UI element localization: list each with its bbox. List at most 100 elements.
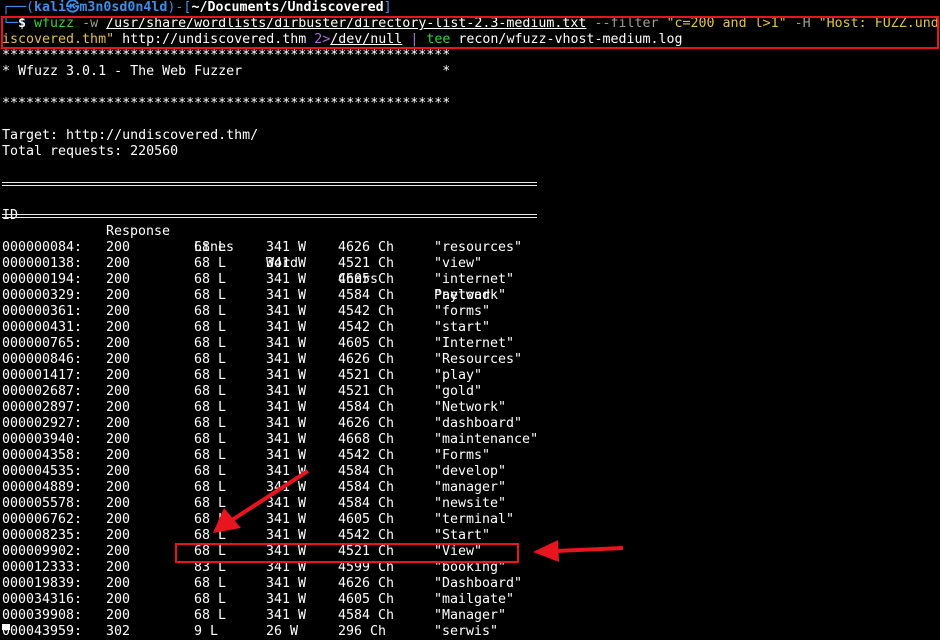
- cell-lines: 68 L: [194, 528, 227, 543]
- cmd-header-part1: "Host: FUZZ.und: [818, 16, 938, 31]
- cell-chars: 4626 Ch: [338, 416, 395, 431]
- cell-chars: 4584 Ch: [338, 480, 395, 495]
- cell-id: 000000361:: [2, 304, 83, 319]
- cell-chars: 4605 Ch: [338, 336, 395, 351]
- banner-title: * Wfuzz 3.0.1 - The Web Fuzzer *: [2, 64, 451, 79]
- table-row: 000000194: 200 68 L 341 W 4605 Ch "internet": [2, 272, 938, 288]
- cell-lines: 68 L: [194, 304, 227, 319]
- table-row: 000004358: 200 68 L 341 W 4542 Ch "Forms": [2, 448, 938, 464]
- cell-payload: "Dashboard": [434, 576, 523, 591]
- total-requests: Total requests: 220560: [2, 144, 179, 159]
- cell-lines: 9 L: [194, 624, 219, 639]
- cell-id: 000000084:: [2, 240, 83, 255]
- table-row: 000004535: 200 68 L 341 W 4584 Ch "develop": [2, 464, 938, 480]
- cell-word: 341 W: [266, 368, 307, 383]
- cell-chars: 4542 Ch: [338, 320, 395, 335]
- cell-id: 000000765:: [2, 336, 83, 351]
- cell-word: 26 W: [266, 624, 299, 639]
- cell-lines: 68 L: [194, 288, 227, 303]
- cell-payload: "Start": [434, 528, 491, 543]
- cell-id: 000000846:: [2, 352, 83, 367]
- cell-lines: 68 L: [194, 336, 227, 351]
- cmd-flag-w: -w: [82, 16, 99, 31]
- cmd-filter-value: "c=200 and l>1": [666, 16, 787, 31]
- cell-id: 000000329:: [2, 288, 83, 303]
- cell-word: 341 W: [266, 480, 307, 495]
- cell-payload: "maintenance": [434, 432, 539, 447]
- cell-lines: 68 L: [194, 272, 227, 287]
- table-row: 000001417: 200 68 L 341 W 4521 Ch "play": [2, 368, 938, 384]
- cell-chars: 4521 Ch: [338, 256, 395, 271]
- cell-id: 000006762:: [2, 512, 83, 527]
- cell-id: 000000138:: [2, 256, 83, 271]
- cell-word: 341 W: [266, 288, 307, 303]
- prompt-close: ]: [383, 0, 392, 15]
- cell-word: 341 W: [266, 432, 307, 447]
- cmd-logfile: recon/wfuzz-vhost-medium.log: [458, 32, 683, 47]
- table-row: 000000431: 200 68 L 341 W 4542 Ch "start": [2, 320, 938, 336]
- cell-chars: 4599 Ch: [338, 560, 395, 575]
- cell-lines: 68 L: [194, 384, 227, 399]
- table-row: 000000846: 200 68 L 341 W 4626 Ch "Resources": [2, 352, 938, 368]
- cell-payload: "gold": [434, 384, 483, 399]
- cell-payload: "view": [434, 256, 483, 271]
- cell-response: 200: [106, 416, 131, 431]
- prompt-corner: ┌──(: [2, 0, 35, 15]
- cell-id: 000000194:: [2, 272, 83, 287]
- banner-stars-bottom: ****************************************…: [2, 96, 451, 111]
- cell-id: 000002687:: [2, 384, 83, 399]
- table-row: 000012333: 200 83 L 341 W 4599 Ch "booking": [2, 560, 938, 576]
- cell-lines: 68 L: [194, 464, 227, 479]
- cell-id: 000019839:: [2, 576, 83, 591]
- cell-word: 341 W: [266, 512, 307, 527]
- cell-response: 200: [106, 592, 131, 607]
- cell-response: 200: [106, 608, 131, 623]
- cell-id: 000004889:: [2, 480, 83, 495]
- cell-word: 341 W: [266, 304, 307, 319]
- cell-payload: "start": [434, 320, 491, 335]
- cell-payload: "play": [434, 368, 483, 383]
- target-info: Target: http://undiscovered.thm/: [2, 128, 259, 143]
- cell-lines: 68 L: [194, 608, 227, 623]
- cell-chars: 4605 Ch: [338, 592, 395, 607]
- cell-response: 200: [106, 336, 131, 351]
- cell-lines: 83 L: [194, 560, 227, 575]
- cell-response: 200: [106, 288, 131, 303]
- cell-lines: 68 L: [194, 432, 227, 447]
- cmd-pipe: |: [410, 32, 419, 47]
- cell-payload: "booking": [434, 560, 507, 575]
- cell-id: 000012333:: [2, 560, 83, 575]
- cell-payload: "Network": [434, 400, 507, 415]
- cell-payload: "Manager": [434, 608, 507, 623]
- cell-id: 000002927:: [2, 416, 83, 431]
- cell-lines: 68 L: [194, 400, 227, 415]
- command-line[interactable]: └─$ wfuzz -w /usr/share/wordlists/dirbus…: [2, 16, 938, 32]
- cell-response: 200: [106, 432, 131, 447]
- cell-id: 000005578:: [2, 496, 83, 511]
- prompt-corner-bottom: └─: [2, 16, 19, 31]
- cmd-header-part2: iscovered.thm": [2, 32, 115, 47]
- cell-response: 200: [106, 496, 131, 511]
- cell-response: 200: [106, 352, 131, 367]
- cell-word: 341 W: [266, 464, 307, 479]
- cell-payload: "dashboard": [434, 416, 523, 431]
- cell-lines: 68 L: [194, 448, 227, 463]
- cell-id: 000003940:: [2, 432, 83, 447]
- cell-word: 341 W: [266, 240, 307, 255]
- cell-response: 200: [106, 384, 131, 399]
- cell-chars: 4584 Ch: [338, 288, 395, 303]
- cell-word: 341 W: [266, 384, 307, 399]
- cell-lines: 68 L: [194, 320, 227, 335]
- terminal-output: ┌──(kali㉿m3n0sd0n4ld)-[~/Documents/Undis…: [2, 0, 938, 640]
- cell-id: 000004358:: [2, 448, 83, 463]
- cell-word: 341 W: [266, 256, 307, 271]
- cmd-flag-h: -H: [794, 16, 811, 31]
- cell-response: 200: [106, 512, 131, 527]
- command-line-wrap[interactable]: iscovered.thm" http://undiscovered.thm 2…: [2, 32, 938, 48]
- table-rule-top: [2, 176, 938, 192]
- cell-word: 341 W: [266, 320, 307, 335]
- cell-chars: 4626 Ch: [338, 240, 395, 255]
- cell-word: 341 W: [266, 352, 307, 367]
- cell-id: 000009902:: [2, 544, 83, 559]
